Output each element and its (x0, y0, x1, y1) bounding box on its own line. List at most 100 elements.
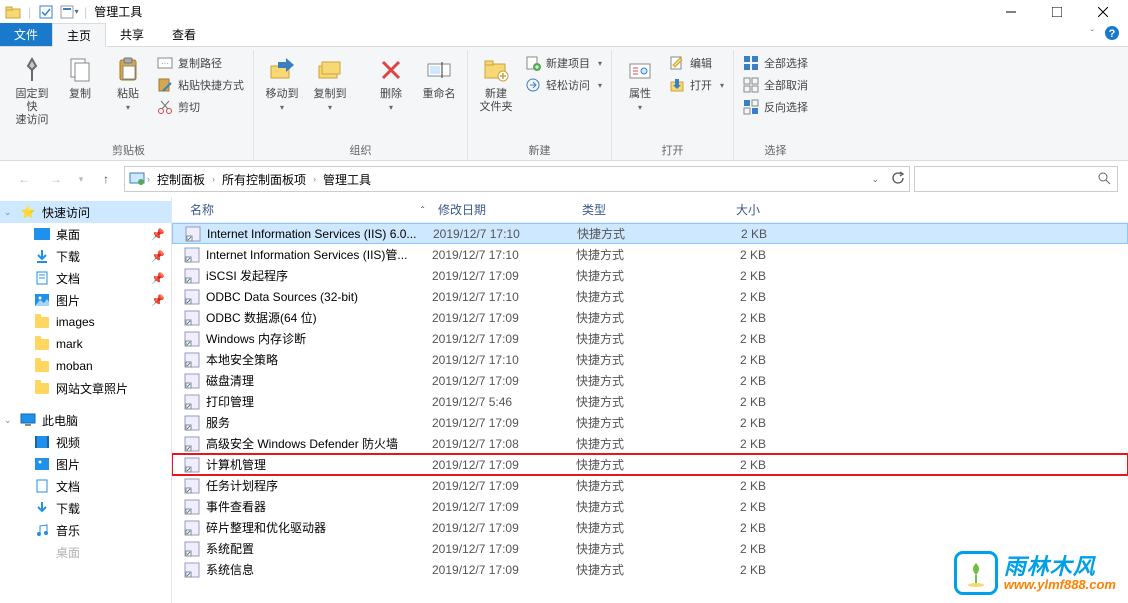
rename-button[interactable]: 重命名 (417, 52, 461, 103)
list-item[interactable]: ODBC Data Sources (32-bit) 2019/12/7 17:… (172, 286, 1128, 307)
sidebar-item-pictures[interactable]: 图片📌 (0, 289, 171, 311)
search-input[interactable] (914, 166, 1118, 192)
newfolder-button[interactable]: 新建 文件夹 (474, 52, 518, 116)
maximize-button[interactable] (1034, 0, 1080, 23)
list-item[interactable]: Internet Information Services (IIS) 6.0.… (172, 223, 1128, 244)
sidebar-item-documents[interactable]: 文档📌 (0, 267, 171, 289)
minimize-button[interactable] (988, 0, 1034, 23)
pictures-icon (34, 456, 50, 472)
list-item[interactable]: 本地安全策略 2019/12/7 17:10 快捷方式 2 KB (172, 349, 1128, 370)
copy-button[interactable]: 复制 (58, 52, 102, 103)
sidebar-item-music[interactable]: 音乐 (0, 519, 171, 541)
pin-quickaccess-button[interactable]: 固定到快 速访问 (10, 52, 54, 129)
list-item[interactable]: 打印管理 2019/12/7 5:46 快捷方式 2 KB (172, 391, 1128, 412)
sidebar-item-webphotos[interactable]: 网站文章照片 (0, 377, 171, 399)
list-item[interactable]: Windows 内存诊断 2019/12/7 17:09 快捷方式 2 KB (172, 328, 1128, 349)
col-name[interactable]: 名称⌃ (184, 201, 432, 218)
shortcut-icon (184, 394, 200, 410)
copyto-icon (314, 54, 346, 86)
sidebar-item-pictures2[interactable]: 图片 (0, 453, 171, 475)
easyaccess-button[interactable]: 轻松访问▾ (522, 74, 605, 96)
list-item[interactable]: 事件查看器 2019/12/7 17:09 快捷方式 2 KB (172, 496, 1128, 517)
delete-button[interactable]: 删除▾ (369, 52, 413, 114)
sidebar-item-images[interactable]: images (0, 311, 171, 333)
copypath-button[interactable]: ···复制路径 (154, 52, 247, 74)
qat-folder-icon[interactable] (2, 2, 24, 22)
thispc-icon (20, 412, 36, 428)
help-icon[interactable]: ? (1104, 25, 1120, 44)
group-new: 新建 (474, 142, 605, 160)
selectnone-button[interactable]: 全部取消 (740, 74, 811, 96)
qat-checkbox-icon[interactable] (35, 2, 57, 22)
selectall-button[interactable]: 全部选择 (740, 52, 811, 74)
sidebar-item-mark[interactable]: mark (0, 333, 171, 355)
paste-button[interactable]: 粘贴 ▾ (106, 52, 150, 114)
sidebar: ⌄⭐快速访问 桌面📌 下载📌 文档📌 图片📌 images mark moban… (0, 197, 172, 603)
invert-button[interactable]: 反向选择 (740, 96, 811, 118)
pin-icon (16, 54, 48, 86)
documents-icon (34, 270, 50, 286)
sidebar-item-downloads2[interactable]: 下载 (0, 497, 171, 519)
list-item[interactable]: 服务 2019/12/7 17:09 快捷方式 2 KB (172, 412, 1128, 433)
shortcut-icon (184, 457, 200, 473)
col-size[interactable]: 大小 (696, 201, 766, 218)
list-item[interactable]: 计算机管理 2019/12/7 17:09 快捷方式 2 KB (172, 454, 1128, 475)
open-icon (669, 77, 685, 93)
cut-button[interactable]: 剪切 (154, 96, 247, 118)
refresh-icon[interactable] (891, 171, 905, 188)
folder-icon (34, 314, 50, 330)
nav-recent-button[interactable]: ▾ (74, 165, 88, 193)
list-item[interactable]: 碎片整理和优化驱动器 2019/12/7 17:09 快捷方式 2 KB (172, 517, 1128, 538)
moveto-button[interactable]: 移动到▾ (260, 52, 304, 114)
easyaccess-icon (525, 77, 541, 93)
crumb-3[interactable]: 管理工具 (318, 167, 376, 191)
sidebar-item-moban[interactable]: moban (0, 355, 171, 377)
list-item[interactable]: 任务计划程序 2019/12/7 17:09 快捷方式 2 KB (172, 475, 1128, 496)
pasteshortcut-button[interactable]: 粘贴快捷方式 (154, 74, 247, 96)
close-button[interactable] (1080, 0, 1126, 23)
sidebar-item-thispc[interactable]: ⌄此电脑 (0, 409, 171, 431)
shortcut-icon (185, 226, 201, 242)
qat-dropdown-icon[interactable]: ▾ (58, 2, 80, 22)
watermark-logo-icon (954, 551, 998, 595)
sidebar-item-documents2[interactable]: 文档 (0, 475, 171, 497)
sidebar-item-videos[interactable]: 视频 (0, 431, 171, 453)
copyto-button[interactable]: 复制到▾ (308, 52, 352, 114)
downloads-icon (34, 248, 50, 264)
crumb-1[interactable]: 控制面板 (152, 167, 210, 191)
address-bar[interactable]: › 控制面板 › 所有控制面板项 › 管理工具 ⌄ (124, 166, 910, 192)
list-item[interactable]: Internet Information Services (IIS)管... … (172, 244, 1128, 265)
properties-button[interactable]: 属性▾ (618, 52, 662, 114)
address-dropdown-icon[interactable]: ⌄ (871, 174, 879, 185)
tab-view[interactable]: 查看 (158, 23, 210, 46)
col-date[interactable]: 修改日期 (432, 201, 576, 218)
crumb-2[interactable]: 所有控制面板项 (217, 167, 311, 191)
svg-text:?: ? (1109, 28, 1116, 40)
open-button[interactable]: 打开▾ (666, 74, 727, 96)
pictures-icon (34, 292, 50, 308)
group-clipboard: 剪贴板 (10, 142, 247, 160)
nav-up-button[interactable]: ↑ (92, 165, 120, 193)
sidebar-item-downloads[interactable]: 下载📌 (0, 245, 171, 267)
list-item[interactable]: 高级安全 Windows Defender 防火墙 2019/12/7 17:0… (172, 433, 1128, 454)
list-item[interactable]: 磁盘清理 2019/12/7 17:09 快捷方式 2 KB (172, 370, 1128, 391)
sidebar-item-desktop[interactable]: 桌面📌 (0, 223, 171, 245)
cut-icon (157, 99, 173, 115)
navbar: ← → ▾ ↑ › 控制面板 › 所有控制面板项 › 管理工具 ⌄ (0, 161, 1128, 197)
col-type[interactable]: 类型 (576, 201, 696, 218)
tab-share[interactable]: 共享 (106, 23, 158, 46)
star-icon: ⭐ (20, 204, 36, 220)
tab-file[interactable]: 文件 (0, 23, 52, 46)
nav-forward-button[interactable]: → (42, 165, 70, 193)
newitem-button[interactable]: 新建项目▾ (522, 52, 605, 74)
list-item[interactable]: ODBC 数据源(64 位) 2019/12/7 17:09 快捷方式 2 KB (172, 307, 1128, 328)
sidebar-item-desktop2[interactable]: 桌面 (0, 541, 171, 563)
edit-button[interactable]: 编辑 (666, 52, 727, 74)
shortcut-icon (184, 499, 200, 515)
tab-home[interactable]: 主页 (52, 23, 106, 47)
list-item[interactable]: iSCSI 发起程序 2019/12/7 17:09 快捷方式 2 KB (172, 265, 1128, 286)
watermark-title: 雨林木风 (1004, 556, 1116, 578)
nav-back-button[interactable]: ← (10, 165, 38, 193)
collapse-ribbon-icon[interactable]: ˇ (1091, 29, 1094, 40)
sidebar-item-quickaccess[interactable]: ⌄⭐快速访问 (0, 201, 171, 223)
